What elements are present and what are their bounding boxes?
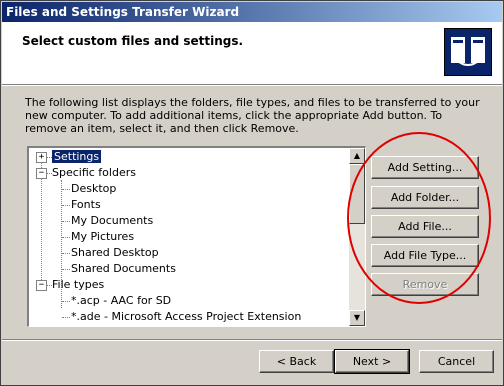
tree-item-label: Fonts — [71, 198, 101, 211]
add-file-type-button[interactable]: Add File Type... — [371, 244, 479, 267]
tree-item[interactable]: *.acp - AAC for SD — [71, 293, 171, 309]
tree-connector — [62, 317, 70, 318]
tree-item-label: Shared Desktop — [71, 246, 159, 259]
wizard-window: Files and Settings Transfer Wizard Selec… — [0, 0, 504, 386]
tree-item[interactable]: *.ade - Microsoft Access Project Extensi… — [71, 309, 301, 325]
cancel-button[interactable]: Cancel — [419, 350, 494, 373]
back-button[interactable]: < Back — [259, 350, 334, 373]
tree-item[interactable]: Shared Desktop — [71, 245, 159, 261]
wizard-header: Select custom files and settings. — [2, 22, 502, 85]
tree-connector — [62, 253, 70, 254]
tree-connector — [62, 221, 70, 222]
tree-content: + Settings − Specific folders Desktop Fonts My… — [29, 148, 347, 326]
tree-connector — [62, 189, 70, 190]
tree-item[interactable]: My Pictures — [71, 229, 134, 245]
next-button[interactable]: Next > — [334, 349, 410, 374]
add-file-button[interactable]: Add File... — [371, 215, 479, 238]
scroll-up-icon[interactable]: ▲ — [349, 148, 365, 164]
tree-scrollbar[interactable]: ▲ ▼ — [349, 148, 365, 326]
tree-item[interactable]: Shared Documents — [71, 261, 176, 277]
footer-divider — [2, 339, 502, 341]
tree-item-label: Shared Documents — [71, 262, 176, 275]
tree-connector — [62, 205, 70, 206]
collapse-minus-icon[interactable]: − — [36, 168, 47, 179]
collapse-minus-icon[interactable]: − — [36, 280, 47, 291]
expand-plus-icon[interactable]: + — [36, 152, 47, 163]
tree-connector — [62, 301, 70, 302]
tree-item[interactable]: My Documents — [71, 213, 153, 229]
tree-item-label: File types — [52, 278, 105, 291]
tree-connector — [62, 237, 70, 238]
title-bar[interactable]: Files and Settings Transfer Wizard — [2, 2, 502, 22]
transfer-wizard-icon — [444, 28, 492, 76]
scroll-down-icon[interactable]: ▼ — [349, 310, 365, 326]
tree-item-label: *.acp - AAC for SD — [71, 294, 172, 307]
tree-item-label: *.ade - Microsoft Access Project Extensi… — [71, 310, 302, 323]
window-title: Files and Settings Transfer Wizard — [6, 5, 240, 19]
add-setting-button[interactable]: Add Setting... — [371, 156, 479, 179]
instructions-text: The following list displays the folders,… — [25, 96, 480, 135]
page-title: Select custom files and settings. — [22, 34, 244, 48]
tree-item-label: Settings — [52, 150, 102, 163]
remove-button[interactable]: Remove — [371, 273, 479, 296]
items-tree-view[interactable]: + Settings − Specific folders Desktop Fonts My… — [27, 146, 366, 327]
add-folder-button[interactable]: Add Folder... — [371, 186, 479, 209]
tree-item[interactable]: Desktop — [71, 181, 116, 197]
tree-item-label: Specific folders — [52, 166, 136, 179]
tree-item[interactable]: Fonts — [71, 197, 101, 213]
tree-item[interactable]: Settings — [52, 149, 102, 165]
tree-item[interactable]: Specific folders — [52, 165, 136, 181]
header-divider — [2, 85, 502, 86]
tree-item-label: My Documents — [71, 214, 154, 227]
tree-connector — [62, 269, 70, 270]
scroll-thumb[interactable] — [349, 164, 365, 224]
tree-item-label: Desktop — [71, 182, 117, 195]
tree-item-label: My Pictures — [71, 230, 135, 243]
tree-item[interactable]: File types — [52, 277, 104, 293]
